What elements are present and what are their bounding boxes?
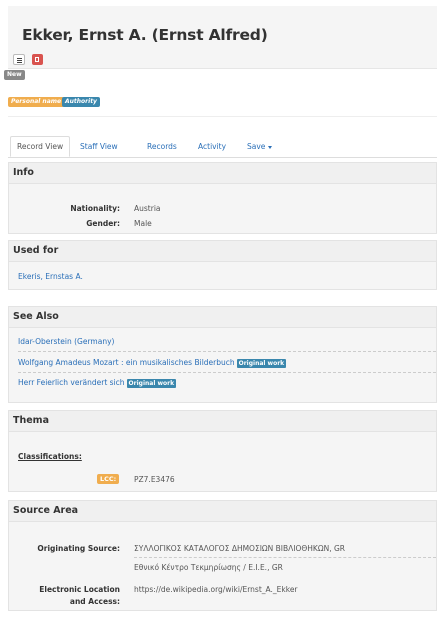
tab-save[interactable]: Save <box>247 137 273 157</box>
lcc-value: PZ7.E3476 <box>134 475 175 484</box>
used-for-item[interactable]: Ekeris, Ernstas A. <box>18 272 83 281</box>
tab-record-view[interactable]: Record View <box>10 136 71 157</box>
record-tabs: Record View Staff View Records Activity … <box>8 136 437 158</box>
nationality-label: Nationality: <box>70 204 120 213</box>
authority-tag: Authority <box>62 97 100 107</box>
caret-down-icon <box>268 145 273 149</box>
electronic-location-label: Electronic Location <box>39 585 120 594</box>
classifications-heading: Classifications: <box>18 452 82 461</box>
originating-source-label: Originating Source: <box>37 544 120 553</box>
tab-records[interactable]: Records <box>147 137 177 157</box>
see-also-link[interactable]: Herr Feierlich verändert sich <box>18 378 125 387</box>
gender-label: Gender: <box>86 219 120 228</box>
personal-name-tag: Personal name <box>8 97 65 107</box>
divider <box>8 116 437 117</box>
used-for-heading: Used for <box>9 241 436 262</box>
see-also-item: Wolfgang Amadeus Mozart : ein musikalisc… <box>18 358 287 368</box>
thema-panel: Thema Classifications: LCC: PZ7.E3476 <box>8 410 437 492</box>
source-area-heading: Source Area <box>9 501 436 522</box>
record-title: Ekker, Ernst A. (Ernst Alfred) <box>22 26 268 44</box>
new-badge: New <box>4 70 25 80</box>
gender-value: Male <box>134 219 152 228</box>
tab-staff-view[interactable]: Staff View <box>80 137 118 157</box>
info-heading: Info <box>9 163 436 184</box>
row-divider <box>18 372 436 373</box>
save-label: Save <box>247 142 266 151</box>
pdf-icon <box>35 57 39 62</box>
electronic-location-value[interactable]: https://de.wikipedia.org/wiki/Ernst_A._E… <box>134 585 298 594</box>
tab-activity[interactable]: Activity <box>198 137 226 157</box>
nationality-value: Austria <box>134 204 161 213</box>
thema-heading: Thema <box>9 411 436 432</box>
see-also-panel: See Also Idar-Oberstein (Germany) Wolfga… <box>8 306 437 403</box>
see-also-item[interactable]: Idar-Oberstein (Germany) <box>18 337 114 346</box>
used-for-panel: Used for Ekeris, Ernstas A. <box>8 240 437 290</box>
lcc-badge: LCC: <box>97 474 120 484</box>
see-also-item: Herr Feierlich verändert sich Original wo… <box>18 378 177 388</box>
source-area-panel: Source Area Originating Source: ΣΥΛΛΟΓΙΚ… <box>8 500 437 611</box>
originating-source-value: ΣΥΛΛΟΓΙΚΟΣ ΚΑΤΑΛΟΓΟΣ ΔΗΜΟΣΙΩΝ ΒΙΒΛΙΟΘΗΚΩ… <box>134 544 345 553</box>
originating-source-value: Εθνικό Κέντρο Τεκμηρίωσης / Ε.Ι.Ε., GR <box>134 563 283 572</box>
info-panel: Info Nationality: Austria Gender: Male <box>8 162 437 234</box>
record-header: Ekker, Ernst A. (Ernst Alfred) <box>8 6 437 69</box>
original-work-badge: Original work <box>236 358 287 368</box>
pdf-button[interactable] <box>32 54 43 65</box>
original-work-badge: Original work <box>126 378 177 388</box>
see-also-heading: See Also <box>9 307 436 328</box>
electronic-location-label-2: and Access: <box>69 597 120 606</box>
row-divider <box>18 351 436 352</box>
row-divider <box>134 557 436 558</box>
list-view-button[interactable] <box>13 54 25 65</box>
see-also-link[interactable]: Wolfgang Amadeus Mozart : ein musikalisc… <box>18 358 235 367</box>
